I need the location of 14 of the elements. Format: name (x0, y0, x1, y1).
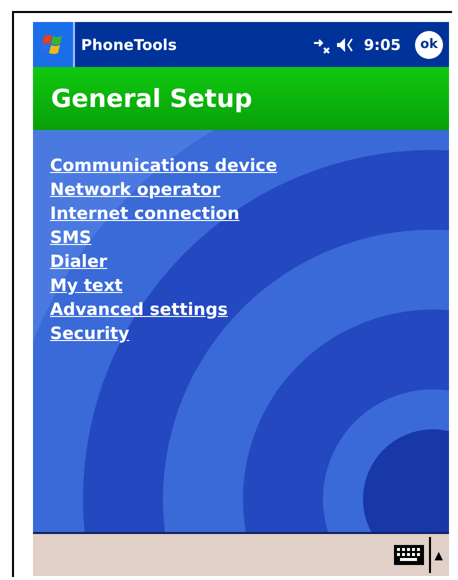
clock-time[interactable]: 9:05 (364, 36, 401, 54)
settings-link[interactable]: Internet connection (50, 202, 240, 226)
settings-link[interactable]: Communications device (50, 154, 278, 178)
ok-button[interactable]: ok (415, 30, 443, 58)
settings-link[interactable]: Network operator (50, 178, 220, 202)
settings-link[interactable]: Advanced settings (50, 298, 228, 322)
settings-link[interactable]: My text (50, 274, 123, 298)
settings-link[interactable]: SMS (50, 226, 92, 250)
app-title: PhoneTools (81, 36, 178, 54)
page-title: General Setup (51, 84, 252, 113)
settings-link[interactable]: Dialer (50, 250, 108, 274)
keyboard-icon[interactable] (392, 544, 425, 566)
start-button[interactable] (33, 22, 75, 67)
settings-link[interactable]: Security (50, 322, 130, 346)
